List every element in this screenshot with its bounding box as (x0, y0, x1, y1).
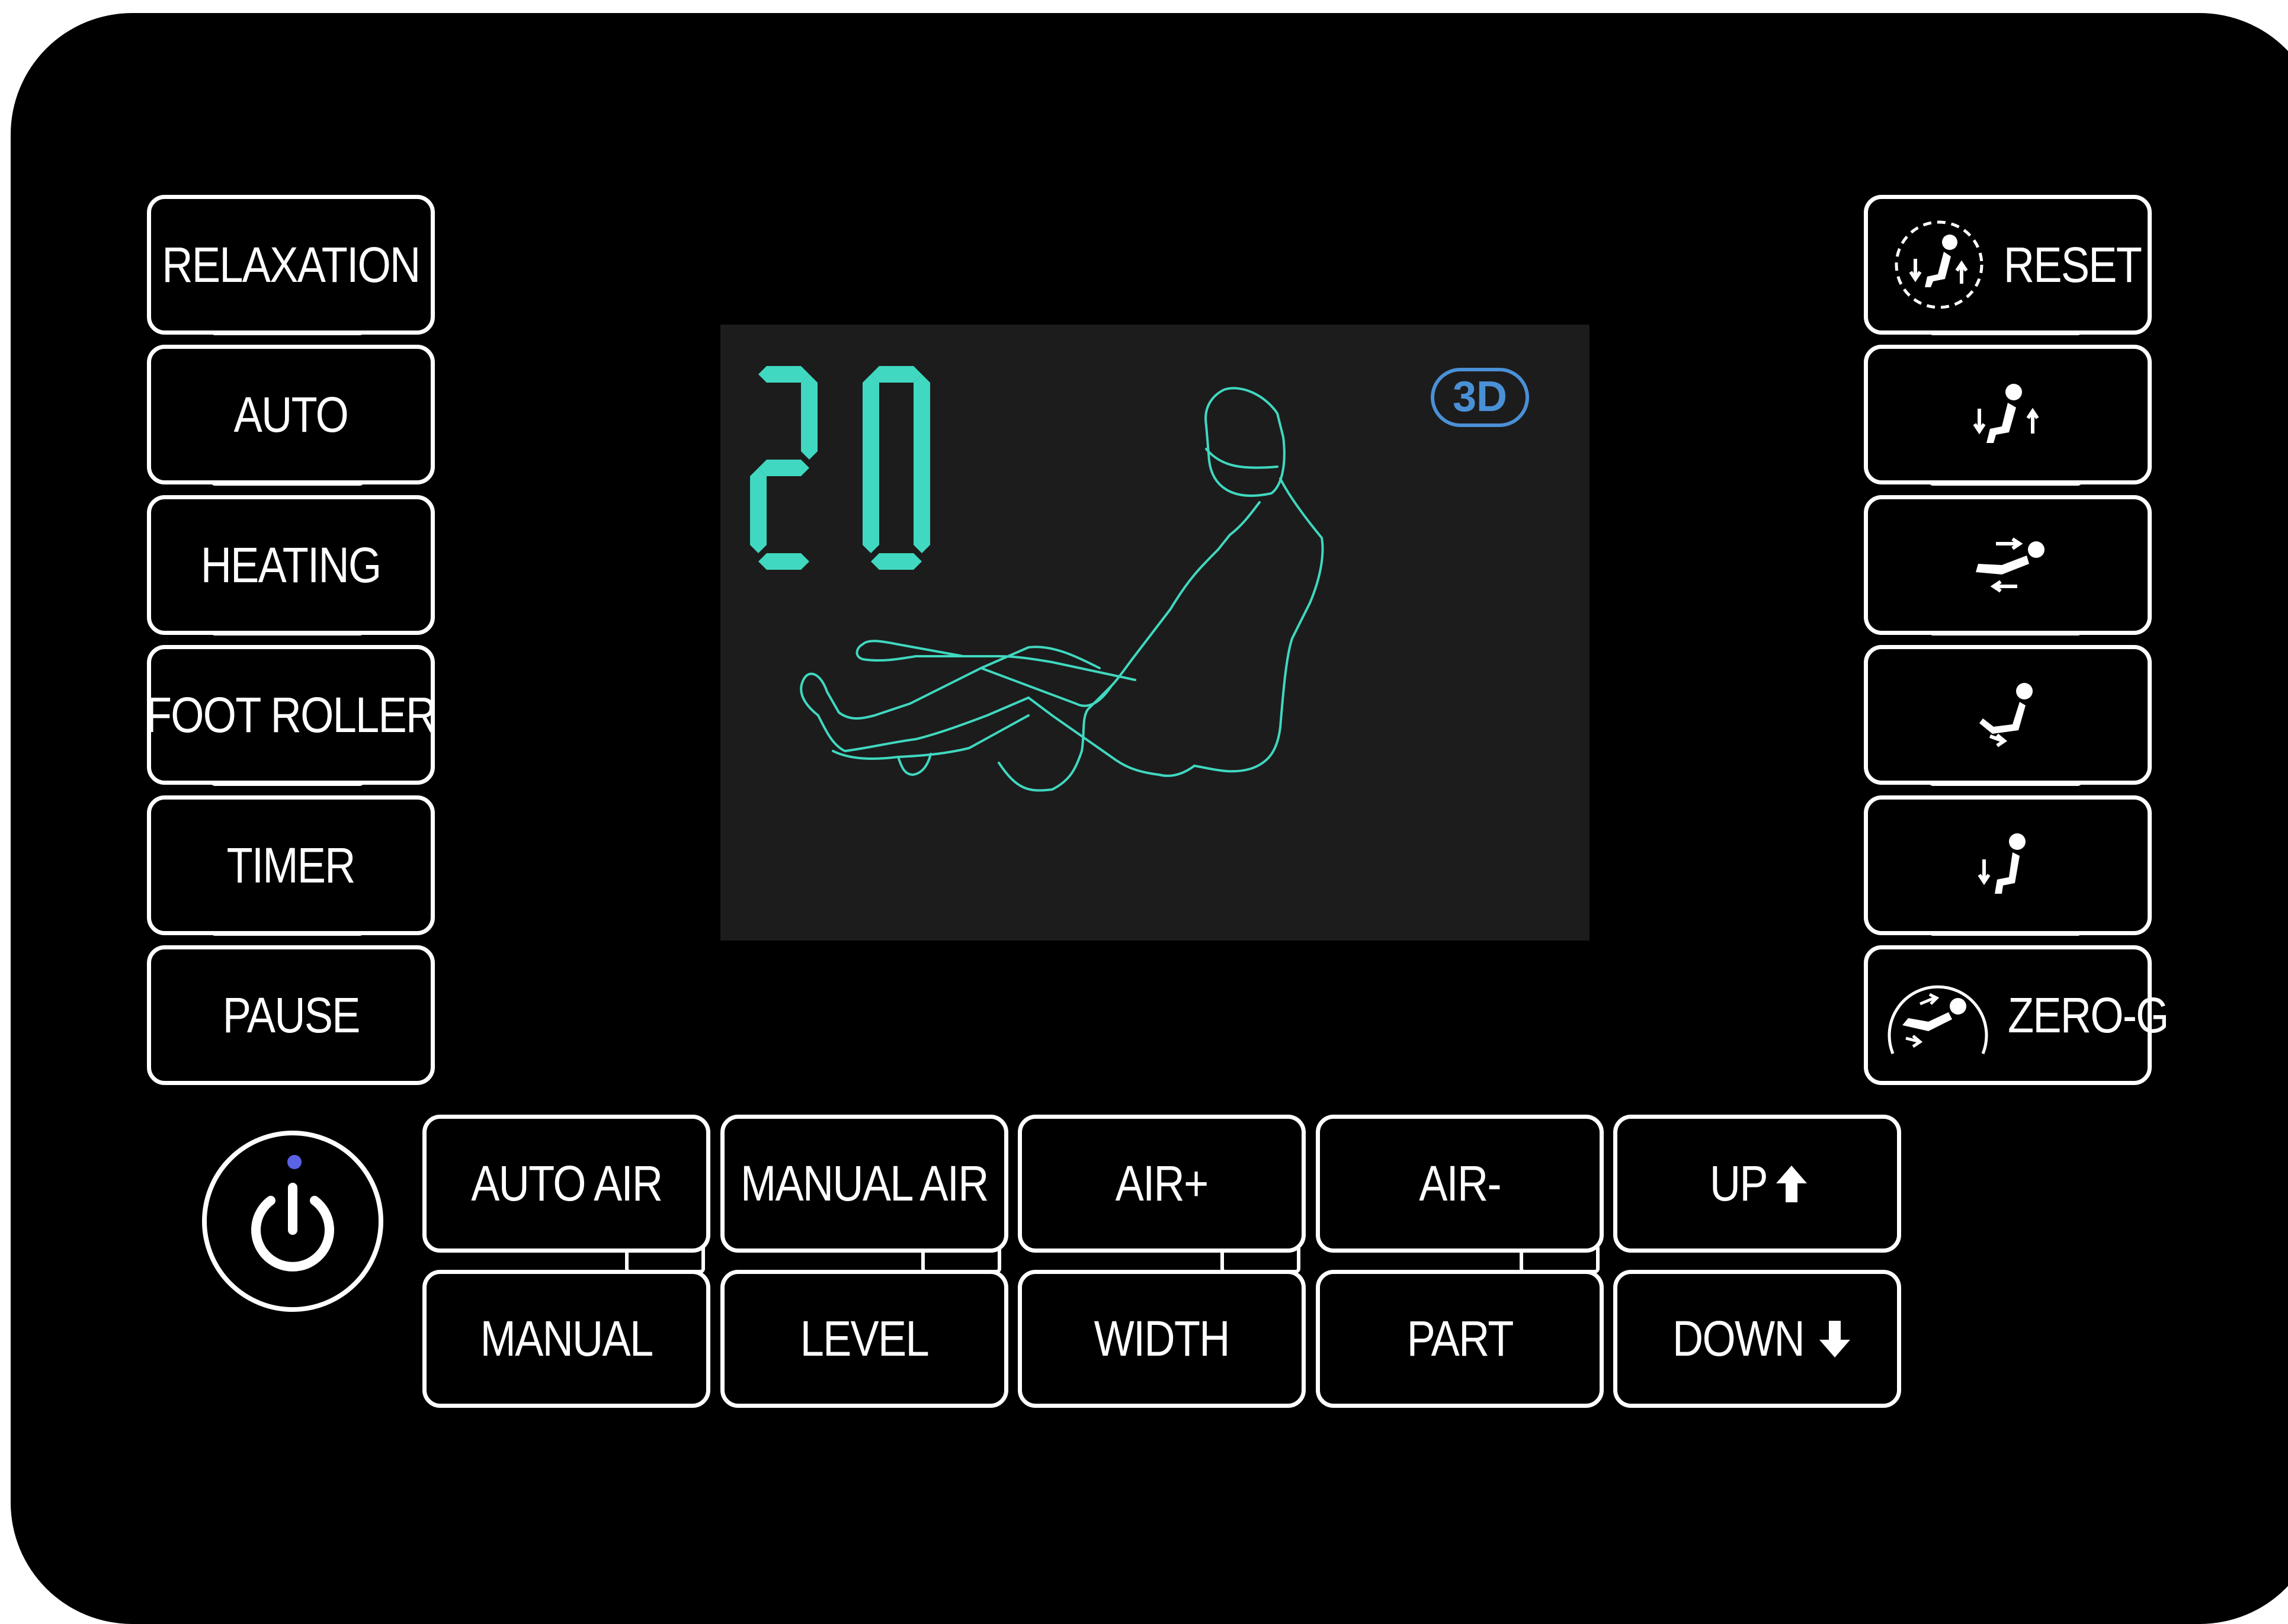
air-minus-button[interactable]: AIR- (1316, 1115, 1604, 1253)
recline-forward-icon (1966, 679, 2049, 750)
auto-air-button[interactable]: AUTO AIR (422, 1115, 710, 1253)
up-label: UP (1709, 1156, 1768, 1211)
level-button[interactable]: LEVEL (720, 1270, 1008, 1408)
width-button[interactable]: WIDTH (1018, 1270, 1306, 1408)
lcd-graphics: 3D (750, 366, 1529, 792)
width-label: WIDTH (1094, 1311, 1230, 1366)
relaxation-button[interactable]: RELAXATION (147, 195, 435, 335)
timer-digits (750, 366, 930, 570)
air-minus-label: AIR- (1419, 1156, 1501, 1211)
timer-label: TIMER (226, 837, 356, 893)
reset-button[interactable]: RESET (1864, 195, 2152, 335)
auto-air-label: AUTO AIR (470, 1156, 663, 1211)
leg-rest-button[interactable] (1864, 795, 2152, 935)
recline-back-button[interactable] (1864, 495, 2152, 635)
pause-button[interactable]: PAUSE (147, 945, 435, 1085)
pause-label: PAUSE (222, 987, 361, 1043)
part-button[interactable]: PART (1316, 1270, 1604, 1408)
timer-button[interactable]: TIMER (147, 795, 435, 935)
foot-roller-button[interactable]: FOOT ROLLER (146, 645, 437, 785)
auto-label: AUTO (233, 386, 349, 442)
recline-back-icon (1960, 529, 2055, 601)
backrest-up-down-button[interactable] (1864, 345, 2152, 484)
foot-roller-label: FOOT ROLLER (146, 686, 437, 743)
heating-button[interactable]: HEATING (147, 495, 435, 635)
arrow-up-icon (1774, 1163, 1809, 1205)
air-plus-label: AIR+ (1116, 1156, 1209, 1211)
zero-g-label: ZERO-G (2008, 987, 2169, 1043)
air-plus-button[interactable]: AIR+ (1018, 1115, 1306, 1253)
auto-button[interactable]: AUTO (147, 345, 435, 484)
reset-label: RESET (2003, 236, 2142, 293)
manual-air-label: MANUAL AIR (741, 1156, 989, 1211)
manual-button[interactable]: MANUAL (422, 1270, 710, 1408)
manual-air-button[interactable]: MANUAL AIR (720, 1115, 1008, 1253)
down-label: DOWN (1672, 1311, 1805, 1366)
recline-forward-button[interactable] (1864, 645, 2152, 785)
part-label: PART (1406, 1311, 1514, 1366)
relaxation-label: RELAXATION (162, 236, 421, 293)
reset-icon (1892, 217, 1986, 312)
zero-g-button[interactable]: ZERO-G (1864, 945, 2169, 1085)
down-button[interactable]: DOWN (1613, 1270, 1901, 1408)
manual-label: MANUAL (480, 1311, 653, 1366)
3d-badge: 3D (1431, 368, 1529, 427)
recline-icon (1966, 379, 2049, 450)
lcd-display: 3D (720, 325, 1590, 941)
heating-label: HEATING (201, 537, 382, 593)
zero-gravity-icon (1885, 971, 1991, 1060)
level-label: LEVEL (800, 1311, 930, 1366)
leg-rest-icon (1966, 830, 2049, 901)
body-outline (800, 387, 1324, 792)
power-indicator-led (287, 1155, 302, 1169)
arrow-down-icon (1817, 1318, 1853, 1360)
up-button[interactable]: UP (1613, 1115, 1901, 1253)
3d-badge-text: 3D (1453, 373, 1507, 421)
